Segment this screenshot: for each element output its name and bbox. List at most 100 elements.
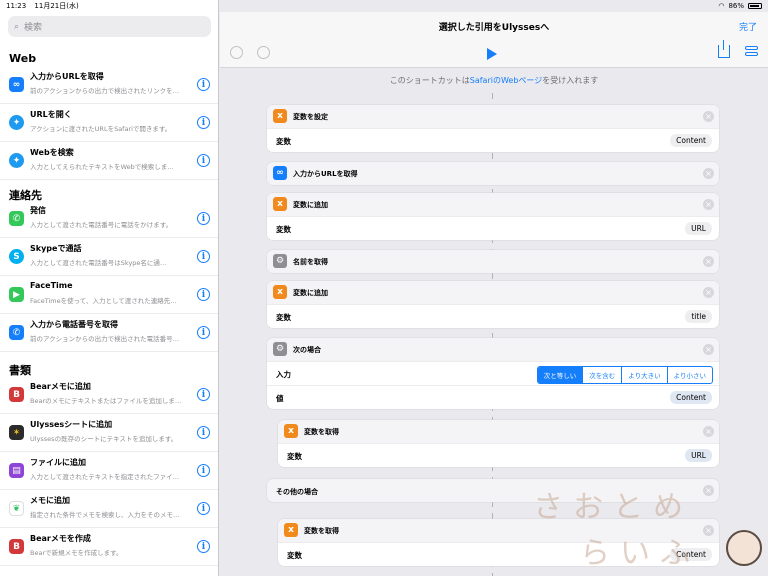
share-icon[interactable]: [718, 40, 730, 58]
info-icon[interactable]: i: [197, 116, 210, 129]
item-subtitle: 入力として渡された電話番号はSkype名に通…: [30, 259, 167, 267]
sidebar-item[interactable]: B Bearメモに追加 Bearのメモにテキストまたはファイルを追加しま… i: [0, 376, 218, 414]
sidebar-item[interactable]: ▤ ファイルに追加 入力として渡されたテキストを指定されたファイ… i: [0, 452, 218, 490]
item-title: URLを開く: [30, 110, 72, 119]
action-card[interactable]: x 変数を取得 × 変数 Content: [278, 519, 719, 566]
done-button[interactable]: 完了: [739, 20, 757, 33]
remove-action-icon[interactable]: ×: [703, 344, 714, 355]
sidebar-item[interactable]: ✦ Webを検索 入力としてえられたテキストをWebで検索しま… i: [0, 142, 218, 180]
sidebar-item[interactable]: ▶ FaceTime FaceTimeを使って、入力として渡された連絡先… i: [0, 276, 218, 314]
action-title: 変数に追加: [293, 289, 328, 297]
sidebar-item[interactable]: ∞ 入力からURLを取得 前のアクションからの出力で検出されたリンクを… i: [0, 66, 218, 104]
remove-action-icon[interactable]: ×: [703, 168, 714, 179]
sidebar-item[interactable]: B Bearメモを作成 Bearで新規メモを作成します。 i: [0, 528, 218, 566]
param-value[interactable]: title: [685, 310, 712, 323]
item-subtitle: 入力として渡された電話番号に電話をかけます。: [30, 221, 173, 229]
remove-action-icon[interactable]: ×: [703, 426, 714, 437]
item-subtitle: Bearのメモにテキストまたはファイルを追加しま…: [30, 397, 182, 405]
accepts-banner[interactable]: このショートカットはSafariのWebページを受け入れます: [220, 69, 768, 93]
safari-icon: ✦: [9, 153, 24, 168]
item-title: ファイルに追加: [30, 458, 86, 467]
info-icon[interactable]: i: [197, 326, 210, 339]
info-icon[interactable]: i: [197, 388, 210, 401]
action-card[interactable]: x 変数に追加 × 変数 title: [267, 281, 719, 328]
info-icon[interactable]: i: [197, 540, 210, 553]
param-value[interactable]: URL: [685, 222, 712, 235]
accept-type-link[interactable]: SafariのWebページ: [470, 76, 543, 85]
remove-action-icon[interactable]: ×: [703, 111, 714, 122]
gear-icon: ⚙: [273, 254, 287, 268]
undo-icon[interactable]: [230, 46, 243, 59]
link-icon: ∞: [273, 166, 287, 180]
if-action-card[interactable]: ⚙ 次の場合 × 入力 次と等しい 次を含む より大きい より小さい 値 Conten…: [267, 338, 719, 409]
otherwise-block[interactable]: その他の場合 ×: [267, 479, 719, 502]
remove-action-icon[interactable]: ×: [703, 287, 714, 298]
info-icon[interactable]: i: [197, 288, 210, 301]
remove-action-icon[interactable]: ×: [703, 199, 714, 210]
accept-text: このショートカットは: [389, 76, 470, 85]
play-icon[interactable]: [487, 48, 497, 60]
info-icon[interactable]: i: [197, 250, 210, 263]
param-label: 変数: [276, 137, 291, 146]
item-subtitle: FaceTimeを使って、入力として渡された連絡先…: [30, 297, 177, 305]
phone-icon: ✆: [9, 325, 24, 340]
settings-toggle-icon[interactable]: [745, 46, 758, 59]
action-card[interactable]: x 変数に追加 × 変数 URL: [267, 193, 719, 240]
item-title: Bearメモに追加: [30, 382, 91, 391]
item-subtitle: アクションに渡されたURLをSafariで開きます。: [30, 125, 172, 133]
item-subtitle: 指定された条件でメモを検索し、入力をそのメモ…: [30, 511, 180, 519]
item-title: 入力から電話番号を取得: [30, 320, 118, 329]
item-title: Skypeで通話: [30, 244, 82, 253]
param-value[interactable]: Content: [670, 391, 712, 404]
param-value[interactable]: Content: [670, 548, 712, 561]
action-card[interactable]: ⚙ 名前を取得 ×: [267, 250, 719, 273]
item-title: メモに追加: [30, 496, 70, 505]
editor-toolbar: 選択した引用をUlyssesへ 完了: [220, 12, 768, 68]
action-card[interactable]: x 変数を設定 × 変数 Content: [267, 105, 719, 152]
sidebar-item[interactable]: ✦ URLを開く アクションに渡されたURLをSafariで開きます。 i: [0, 104, 218, 142]
action-card[interactable]: ∞ 入力からURLを取得 ×: [267, 162, 719, 185]
info-icon[interactable]: i: [197, 154, 210, 167]
condition-option[interactable]: 次を含む: [582, 367, 621, 383]
search-placeholder: 検索: [24, 23, 43, 33]
item-subtitle: 前のアクションからの出力で検出されたリンクを…: [30, 87, 180, 95]
condition-option[interactable]: より大きい: [621, 367, 666, 383]
remove-action-icon[interactable]: ×: [703, 256, 714, 267]
item-subtitle: 入力としてえられたテキストをWebで検索しま…: [30, 163, 174, 171]
info-icon[interactable]: i: [197, 78, 210, 91]
search-input[interactable]: ⌕ 検索: [8, 16, 211, 37]
item-subtitle: Ulyssesの既存のシートにテキストを追加します。: [30, 435, 178, 443]
condition-option[interactable]: 次と等しい: [537, 367, 583, 383]
info-icon[interactable]: i: [197, 212, 210, 225]
variable-icon: x: [284, 424, 298, 438]
battery-icon: [748, 3, 762, 9]
remove-action-icon[interactable]: ×: [703, 525, 714, 536]
redo-icon[interactable]: [257, 46, 270, 59]
item-subtitle: Bearで新規メモを作成します。: [30, 549, 123, 557]
action-card[interactable]: x 変数を取得 × 変数 URL: [278, 420, 719, 467]
info-icon[interactable]: i: [197, 464, 210, 477]
condition-segmented-control[interactable]: 次と等しい 次を含む より大きい より小さい: [536, 366, 713, 384]
info-icon[interactable]: i: [197, 426, 210, 439]
action-title: 次の場合: [293, 346, 321, 354]
link-icon: ∞: [9, 77, 24, 92]
ulysses-icon: ✶: [9, 425, 24, 440]
remove-action-icon[interactable]: ×: [703, 485, 714, 496]
item-title: 入力からURLを取得: [30, 72, 104, 81]
action-sidebar: ⌕ 検索 Web ∞ 入力からURLを取得 前のアクションからの出力で検出された…: [0, 0, 219, 576]
sidebar-item[interactable]: ❦ メモに追加 指定された条件でメモを検索し、入力をそのメモ… i: [0, 490, 218, 528]
param-value[interactable]: URL: [685, 449, 712, 462]
sidebar-item[interactable]: ✆ 発信 入力として渡された電話番号に電話をかけます。 i: [0, 200, 218, 238]
file-icon: ▤: [9, 463, 24, 478]
sidebar-item[interactable]: ✶ Ulyssesシートに追加 Ulyssesの既存のシートにテキストを追加しま…: [0, 414, 218, 452]
sidebar-item[interactable]: S Skypeで通話 入力として渡された電話番号はSkype名に通… i: [0, 238, 218, 276]
variable-icon: x: [273, 197, 287, 211]
item-title: FaceTime: [30, 281, 73, 290]
condition-option[interactable]: より小さい: [666, 367, 712, 383]
param-label: 変数: [287, 452, 302, 461]
info-icon[interactable]: i: [197, 502, 210, 515]
action-title: 変数を取得: [304, 527, 339, 535]
sidebar-item[interactable]: ✆ 入力から電話番号を取得 前のアクションからの出力で検出された電話番号… i: [0, 314, 218, 352]
item-title: Webを検索: [30, 148, 74, 157]
param-value[interactable]: Content: [670, 134, 712, 147]
